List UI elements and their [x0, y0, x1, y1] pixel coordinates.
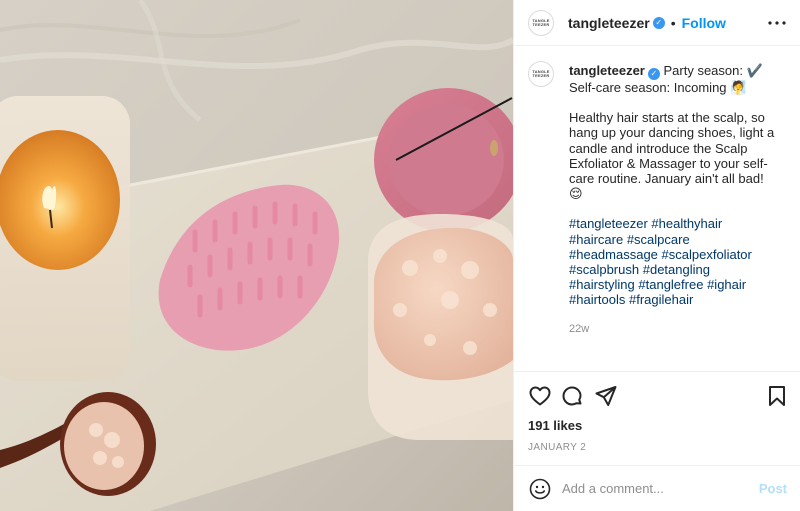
- header-separator: •: [670, 14, 676, 31]
- more-options-icon[interactable]: [767, 13, 787, 33]
- caption-body: Healthy hair starts at the scalp, so han…: [569, 110, 775, 202]
- post-photo[interactable]: [0, 0, 513, 511]
- hashtag-link[interactable]: #haircare: [569, 232, 623, 247]
- caption-row: TANGLE TEEZER tangleteezer ✓ Party season…: [528, 61, 787, 337]
- post-date: JANUARY 2: [528, 442, 587, 453]
- add-comment-bar: Post: [514, 465, 800, 511]
- hashtag-link[interactable]: #scalpcare: [627, 232, 690, 247]
- caption-avatar[interactable]: TANGLE TEEZER: [528, 61, 554, 87]
- hashtag-link[interactable]: #fragilehair: [629, 292, 693, 307]
- product-photo-illustration: [0, 0, 513, 511]
- account-avatar[interactable]: TANGLE TEEZER: [528, 9, 554, 36]
- instagram-post: TANGLE TEEZER tangleteezer ✓ • Follow TA…: [0, 0, 800, 511]
- paper-plane-glyph: [595, 386, 617, 406]
- heart-glyph: [529, 386, 551, 406]
- caption-text: tangleteezer ✓ Party season: ✔️ Self-care…: [569, 63, 775, 337]
- verified-badge-icon: ✓: [652, 16, 665, 29]
- emoji-glyph: [529, 478, 551, 499]
- hashtag-link[interactable]: #detangling: [643, 262, 710, 277]
- heart-icon[interactable]: [528, 384, 552, 408]
- emoji-icon[interactable]: [528, 477, 552, 501]
- likes-count[interactable]: 191 likes: [528, 418, 582, 433]
- caption-verified-icon: ✓: [647, 68, 660, 80]
- hashtag-link[interactable]: #healthyhair: [651, 216, 722, 231]
- hashtag-link[interactable]: #hairstyling: [569, 277, 635, 292]
- caption-username[interactable]: tangleteezer: [569, 63, 645, 78]
- bookmark-glyph: [769, 386, 785, 406]
- bookmark-icon[interactable]: [765, 384, 789, 408]
- hashtag-link[interactable]: #ighair: [707, 277, 746, 292]
- account-username[interactable]: tangleteezer: [568, 15, 650, 31]
- ellipsis-glyph: [768, 21, 786, 25]
- caption-timestamp[interactable]: 22w: [569, 322, 775, 337]
- hashtag-link[interactable]: #headmassage: [569, 247, 658, 262]
- paper-plane-icon[interactable]: [594, 384, 618, 408]
- caption-area: TANGLE TEEZER tangleteezer ✓ Party season…: [514, 47, 800, 371]
- post-header: TANGLE TEEZER tangleteezer ✓ • Follow: [514, 0, 800, 46]
- post-side-panel: TANGLE TEEZER tangleteezer ✓ • Follow TA…: [513, 0, 800, 511]
- follow-button[interactable]: Follow: [682, 15, 726, 31]
- caption-second-line: Self-care season: Incoming 🧖: [569, 80, 747, 95]
- hashtag-link[interactable]: #scalpexfoliator: [662, 247, 752, 262]
- hashtag-list: #tangleteezer #healthyhair #haircare #sc…: [569, 216, 775, 307]
- post-comment-button[interactable]: Post: [759, 481, 787, 496]
- action-bar: [514, 371, 800, 417]
- hashtag-link[interactable]: #hairtools: [569, 292, 625, 307]
- hashtag-link[interactable]: #tangleteezer: [569, 216, 648, 231]
- hashtag-link[interactable]: #tanglefree: [638, 277, 703, 292]
- comment-input[interactable]: [562, 481, 751, 496]
- comment-glyph: [562, 386, 582, 406]
- caption-first-line: Party season: ✔️: [663, 63, 763, 78]
- comment-icon[interactable]: [560, 384, 584, 408]
- hashtag-link[interactable]: #scalpbrush: [569, 262, 639, 277]
